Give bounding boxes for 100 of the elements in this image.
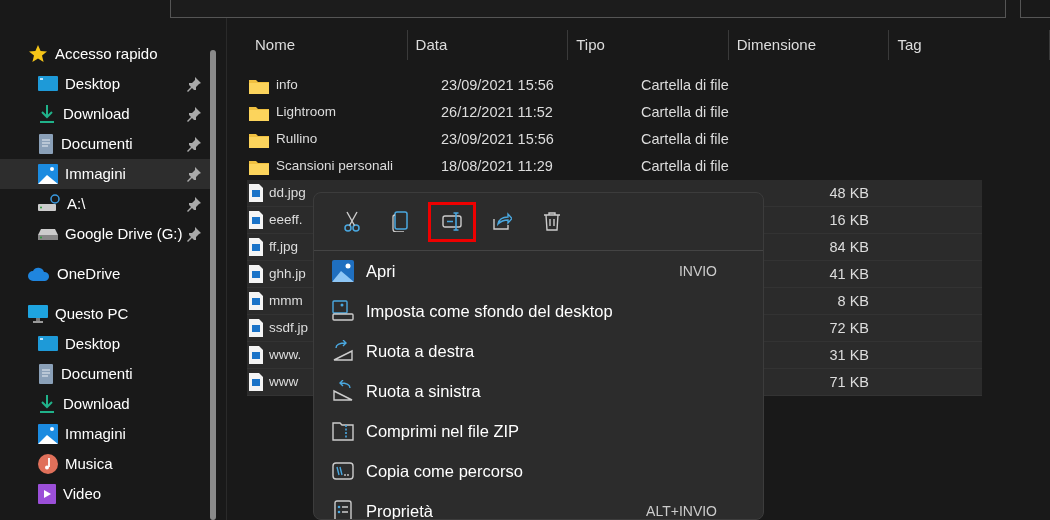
image-file-icon <box>249 373 263 391</box>
type-cell: Cartella di file <box>641 77 729 94</box>
sidebar-item[interactable]: Google Drive (G:) <box>0 219 210 249</box>
share-icon <box>492 211 512 232</box>
drive-icon <box>38 227 58 241</box>
sidebar-item[interactable]: Documenti <box>0 359 210 389</box>
menu-item[interactable]: Comprimi nel file ZIP <box>314 411 763 451</box>
document-icon <box>38 134 54 154</box>
sidebar-item[interactable]: Desktop <box>0 69 210 99</box>
shortcut-text: INVIO <box>678 261 717 281</box>
download-icon <box>38 104 56 124</box>
music-icon <box>38 454 58 474</box>
image-file-icon <box>249 265 263 283</box>
folder-icon <box>249 158 269 175</box>
type-cell: Cartella di file <box>641 104 729 121</box>
sidebar-item[interactable]: Immagini <box>0 419 210 449</box>
sidebar-item[interactable]: Documenti <box>0 129 210 159</box>
menu-item-label: Apri <box>366 260 397 282</box>
column-header[interactable]: Data <box>407 30 569 60</box>
size-cell: 31 KB <box>829 346 869 363</box>
file-row[interactable]: Lightroom 26/12/2021 11:52 Cartella di file <box>247 99 982 126</box>
sidebar-item[interactable]: Accesso rapido <box>0 39 210 69</box>
menu-item-label: Imposta come sfondo del desktop <box>366 300 614 322</box>
file-row[interactable]: Scansioni personali 18/08/2021 11:29 Cartella di file <box>247 153 982 180</box>
rename-icon <box>442 211 462 232</box>
sidebar-item[interactable]: Immagini <box>0 159 210 189</box>
size-cell: 72 KB <box>829 319 869 336</box>
folder-icon <box>249 104 269 121</box>
properties-icon <box>332 500 354 519</box>
date-cell: 23/09/2021 15:56 <box>441 77 554 94</box>
picture-icon <box>332 260 354 282</box>
rotate-right-icon <box>332 340 354 362</box>
zip-folder-icon <box>332 420 354 442</box>
column-header[interactable]: Dimensione <box>728 30 890 60</box>
column-header[interactable]: Nome <box>247 30 408 60</box>
star-icon <box>28 44 48 64</box>
file-name: mmm <box>269 291 303 310</box>
file-name: eeeff. <box>269 210 303 229</box>
image-file-icon <box>249 346 263 364</box>
download-icon <box>38 394 56 414</box>
type-cell: Cartella di file <box>641 158 729 175</box>
file-name: Rullino <box>276 130 318 149</box>
size-cell: 8 KB <box>837 292 869 309</box>
rename-button[interactable] <box>428 201 476 242</box>
sidebar-item[interactable]: Questo PC <box>0 299 210 329</box>
file-name: ghh.jp <box>269 264 306 283</box>
menu-item[interactable]: Copia come percorso <box>314 451 763 491</box>
file-name: ff.jpg <box>269 237 299 256</box>
menu-item[interactable]: Imposta come sfondo del desktop <box>314 291 763 331</box>
folder-icon <box>249 77 269 94</box>
picture-icon <box>38 424 58 444</box>
sidebar-item[interactable]: Video <box>0 479 210 509</box>
image-file-icon <box>249 211 263 229</box>
menu-item-label: Ruota a sinistra <box>366 380 482 402</box>
file-name: www <box>269 372 299 391</box>
date-cell: 18/08/2021 11:29 <box>441 158 553 175</box>
monitor-icon <box>38 335 58 353</box>
sidebar-item[interactable]: Download <box>0 389 210 419</box>
folder-icon <box>249 131 269 148</box>
file-name: Lightroom <box>276 103 337 122</box>
sidebar-item[interactable]: Musica <box>0 449 210 479</box>
menu-item[interactable]: Apri INVIO <box>314 251 763 291</box>
monitor-icon <box>28 305 48 323</box>
sidebar-item[interactable]: OneDrive <box>0 259 210 289</box>
image-file-icon <box>249 184 263 202</box>
trash-icon <box>542 211 562 232</box>
date-cell: 23/09/2021 15:56 <box>441 131 554 148</box>
menu-item[interactable]: Ruota a destra <box>314 331 763 371</box>
document-icon <box>38 364 54 384</box>
date-cell: 26/12/2021 11:52 <box>441 104 553 121</box>
file-row[interactable]: info 23/09/2021 15:56 Cartella di file <box>247 72 982 99</box>
column-header[interactable]: Tipo <box>568 30 729 60</box>
scrollbar[interactable] <box>210 50 216 520</box>
sidebar-item[interactable]: Download <box>0 99 210 129</box>
file-name: Scansioni personali <box>276 157 394 176</box>
rotate-left-icon <box>332 380 354 402</box>
column-header[interactable]: Tag <box>889 30 1050 60</box>
file-row[interactable]: Rullino 23/09/2021 15:56 Cartella di file <box>247 126 982 153</box>
video-icon <box>38 484 56 504</box>
sidebar-item[interactable]: Desktop <box>0 329 210 359</box>
size-cell: 84 KB <box>829 238 869 255</box>
picture-icon <box>38 164 58 184</box>
file-name: www. <box>269 345 302 364</box>
file-name: info <box>276 76 298 95</box>
path-icon <box>332 460 354 482</box>
monitor-icon <box>38 75 58 93</box>
size-cell: 16 KB <box>829 211 869 228</box>
cut-icon <box>342 211 362 232</box>
shortcut-text: ALT+INVIO <box>646 501 717 519</box>
image-file-icon <box>249 238 263 256</box>
menu-item[interactable]: Ruota a sinistra <box>314 371 763 411</box>
menu-item-label: Comprimi nel file ZIP <box>366 420 521 442</box>
file-name: ssdf.jp <box>269 318 309 337</box>
wallpaper-icon <box>332 300 354 322</box>
size-cell: 41 KB <box>829 265 869 282</box>
type-cell: Cartella di file <box>641 131 729 148</box>
sidebar-item[interactable]: A:\ <box>0 189 210 219</box>
size-cell: 71 KB <box>829 373 869 390</box>
cloud-icon <box>28 267 50 281</box>
menu-item-label: Copia come percorso <box>366 460 524 482</box>
